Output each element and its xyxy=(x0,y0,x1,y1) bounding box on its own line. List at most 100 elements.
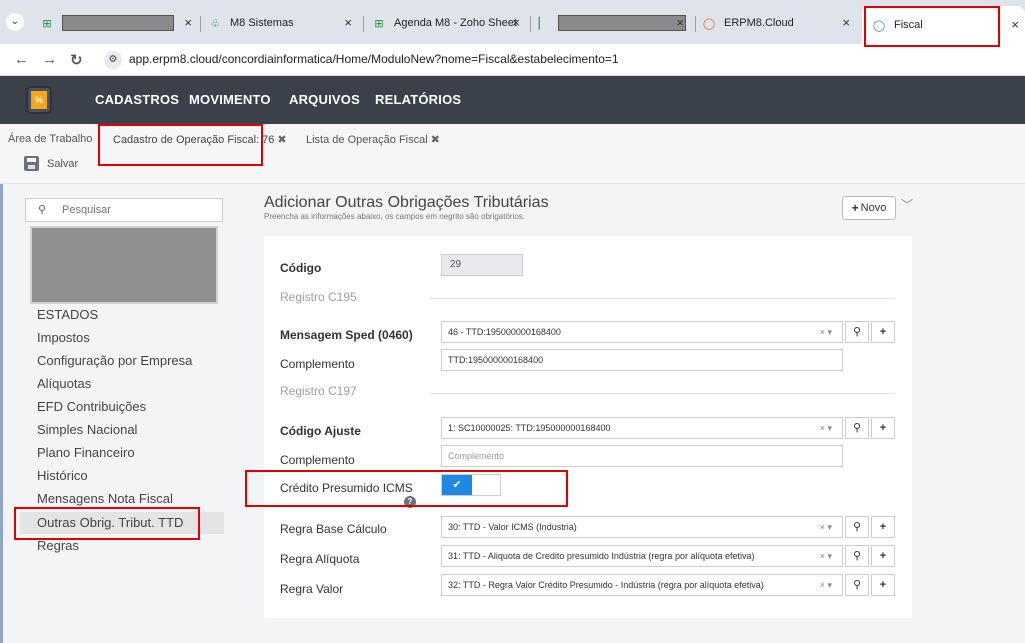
browser-tab-zoho-sheet[interactable]: ⊞ Agenda M8 - Zoho Sheet × xyxy=(372,9,528,37)
search-input[interactable] xyxy=(62,202,212,218)
codigo-ajuste-label: Código Ajuste xyxy=(280,424,361,438)
menu-cadastros[interactable]: CADASTROS xyxy=(95,92,179,107)
highlight-box xyxy=(98,124,263,166)
divider xyxy=(430,298,895,299)
menu-relatorios[interactable]: RELATÓRIOS xyxy=(375,92,461,107)
add-button[interactable]: + xyxy=(871,545,895,567)
clear-dropdown-icon[interactable]: × ▾ xyxy=(820,327,832,338)
save-label: Salvar xyxy=(47,157,79,170)
chevron-down-icon[interactable]: ﹀ xyxy=(901,196,913,213)
sidebar-item-efd[interactable]: EFD Contribuições xyxy=(37,399,146,414)
sidebar-search[interactable]: ⚲ xyxy=(25,198,223,222)
clear-dropdown-icon[interactable]: × ▾ xyxy=(820,423,832,434)
regra-valor-label: Regra Valor xyxy=(280,582,344,596)
section-c195: Registro C195 xyxy=(280,290,357,304)
add-button[interactable]: + xyxy=(871,321,895,343)
sidebar-item-aliquotas[interactable]: Alíquotas xyxy=(37,376,91,391)
regra-base-label: Regra Base Cálculo xyxy=(280,522,387,536)
highlight-box xyxy=(14,507,200,540)
address-bar: ← → ↻ ⚙ app.erpm8.cloud/concordiainforma… xyxy=(0,44,1025,76)
browser-tab-m8-sistemas[interactable]: ♧ M8 Sistemas × xyxy=(208,9,360,37)
regra-base-select[interactable]: 30: TTD - Valor ICMS (Industria) × ▾ xyxy=(441,516,843,538)
close-icon[interactable]: × xyxy=(344,15,352,30)
sidebar-item-estados[interactable]: ESTADOS xyxy=(37,307,98,322)
page-subtitle: Preencha as informações abaixo, os campo… xyxy=(264,212,526,221)
browser-tab-erpm8[interactable]: ◯ ERPM8.Cloud × xyxy=(702,9,858,37)
sheet-icon: ⊞ xyxy=(42,17,52,30)
codigo-ajuste-select[interactable]: 1: SC10000025: TTD:195000000168400 × ▾ xyxy=(441,417,843,439)
plus-icon: + xyxy=(879,422,887,434)
search-button[interactable]: ⚲ xyxy=(845,545,869,567)
close-icon[interactable]: × xyxy=(1011,17,1019,32)
search-button[interactable]: ⚲ xyxy=(845,321,869,343)
close-icon[interactable]: × xyxy=(842,15,850,30)
url-field[interactable]: app.erpm8.cloud/concordiainformatica/Hom… xyxy=(129,52,619,66)
codigo-field: 29 xyxy=(441,254,523,276)
regra-valor-select[interactable]: 32: TTD - Regra Valor Crédito Presumido … xyxy=(441,574,843,596)
save-icon xyxy=(24,156,39,171)
app-logo[interactable]: % xyxy=(28,88,50,112)
close-icon[interactable]: ✖ xyxy=(431,134,440,146)
save-button[interactable]: Salvar xyxy=(24,156,78,171)
close-icon[interactable]: × xyxy=(512,15,520,30)
complemento2-input[interactable]: Complemento xyxy=(441,445,843,467)
menu-arquivos[interactable]: ARQUIVOS xyxy=(289,92,360,107)
tab-separator xyxy=(530,16,531,32)
page-title: Adicionar Outras Obrigações Tributárias xyxy=(264,194,549,211)
search-button[interactable]: ⚲ xyxy=(845,516,869,538)
search-icon: ⚲ xyxy=(38,204,47,216)
search-button[interactable]: ⚲ xyxy=(845,574,869,596)
mensagem-sped-select[interactable]: 46 - TTD:195000000168400 × ▾ xyxy=(441,321,843,343)
highlight-box xyxy=(245,470,568,507)
tab-search-icon[interactable]: ⌄ xyxy=(6,13,24,31)
complemento1-label: Complemento xyxy=(280,357,355,371)
close-icon[interactable]: × xyxy=(184,15,192,30)
sidebar-item-regras[interactable]: Regras xyxy=(37,538,79,553)
redacted-block xyxy=(558,15,686,31)
select-value: 46 - TTD:195000000168400 xyxy=(448,327,561,337)
plus-icon: + xyxy=(879,579,887,591)
complemento1-input[interactable]: TTD:195000000168400 xyxy=(441,349,843,371)
codigo-label: Código xyxy=(280,261,322,275)
redacted-block xyxy=(62,15,174,31)
clear-dropdown-icon[interactable]: × ▾ xyxy=(820,551,832,562)
back-arrow-icon[interactable]: ← xyxy=(14,51,29,68)
app-header: % CADASTROS MOVIMENTO ARQUIVOS RELATÓRIO… xyxy=(0,76,1025,124)
tab-label: ERPM8.Cloud xyxy=(724,17,794,29)
add-button[interactable]: + xyxy=(871,516,895,538)
close-icon[interactable]: ✖ xyxy=(277,134,286,146)
new-button[interactable]: + Novo xyxy=(842,196,896,220)
reload-icon[interactable]: ↻ xyxy=(70,51,83,69)
regra-aliquota-select[interactable]: 31: TTD - Aliquota de Credito presumido … xyxy=(441,545,843,567)
add-button[interactable]: + xyxy=(871,574,895,596)
sheet-icon: ⊞ xyxy=(374,17,384,30)
tab-label: Agenda M8 - Zoho Sheet xyxy=(394,17,517,29)
crumb-area-trabalho[interactable]: Área de Trabalho xyxy=(8,133,92,145)
close-icon[interactable]: × xyxy=(676,15,684,30)
clear-dropdown-icon[interactable]: × ▾ xyxy=(820,522,832,533)
sidebar-item-configuracao[interactable]: Configuração por Empresa xyxy=(37,353,192,368)
browser-tab-redacted-2[interactable]: ▏ × xyxy=(536,9,692,37)
section-c197: Registro C197 xyxy=(280,384,357,398)
crumb-label: Lista de Operação Fiscal xyxy=(306,134,428,146)
sidebar-item-simples[interactable]: Simples Nacional xyxy=(37,422,137,437)
redacted-image xyxy=(30,226,218,304)
add-button[interactable]: + xyxy=(871,417,895,439)
search-icon: ⚲ xyxy=(852,579,862,591)
browser-tab-redacted-1[interactable]: ⊞ × xyxy=(40,9,200,37)
search-button[interactable]: ⚲ xyxy=(845,417,869,439)
select-value: 31: TTD - Aliquota de Credito presumido … xyxy=(448,551,755,561)
crumb-lista-operacao[interactable]: Lista de Operação Fiscal ✖ xyxy=(306,133,440,146)
highlight-box xyxy=(864,6,1000,47)
clear-dropdown-icon[interactable]: × ▾ xyxy=(820,580,832,591)
divider xyxy=(430,393,895,394)
sidebar-item-historico[interactable]: Histórico xyxy=(37,468,88,483)
sidebar-item-impostos[interactable]: Impostos xyxy=(37,330,90,345)
sidebar-item-plano[interactable]: Plano Financeiro xyxy=(37,445,135,460)
sidebar-item-mensagens[interactable]: Mensagens Nota Fiscal xyxy=(37,491,173,506)
menu-movimento[interactable]: MOVIMENTO xyxy=(189,92,271,107)
plus-icon: + xyxy=(879,550,887,562)
tab-label: M8 Sistemas xyxy=(230,17,294,29)
forward-arrow-icon[interactable]: → xyxy=(42,51,57,68)
site-settings-icon[interactable]: ⚙ xyxy=(104,51,122,69)
